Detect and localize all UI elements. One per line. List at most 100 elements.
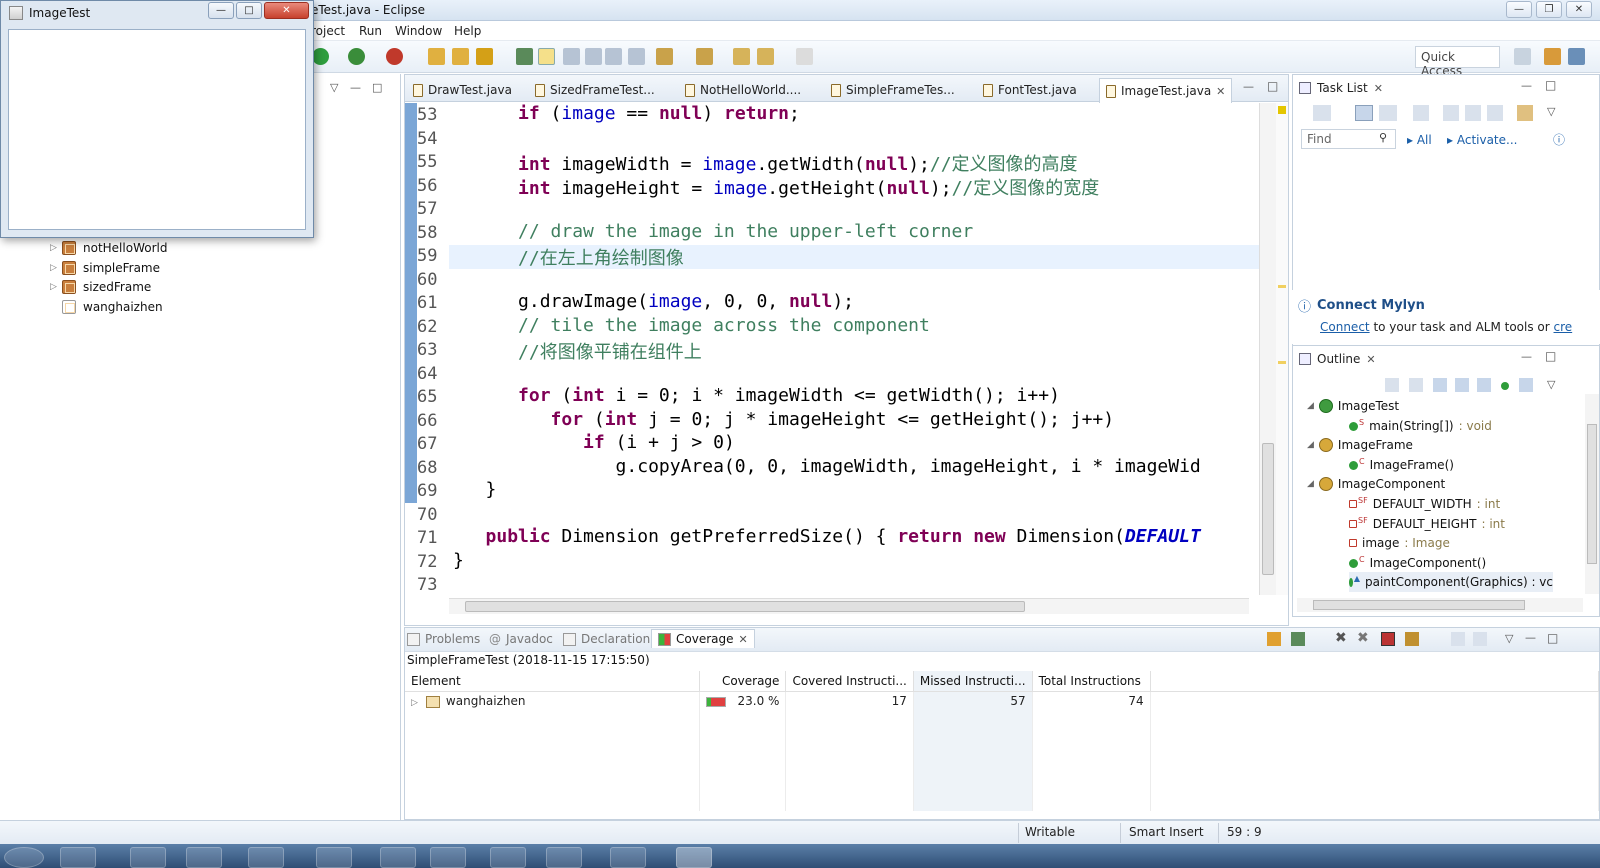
open-type-icon[interactable] [428, 48, 445, 65]
all-filter-link[interactable]: ▸ All [1407, 133, 1432, 147]
tab-simpleframetest[interactable]: SimpleFrameTes... [825, 79, 961, 101]
close-button[interactable]: ✕ [1566, 1, 1592, 18]
code-line[interactable]: g.drawImage(image, 0, 0, null); [453, 291, 854, 312]
overview-ruler[interactable] [1276, 103, 1288, 595]
remove-session-icon[interactable]: ✖ [1335, 630, 1347, 646]
code-line[interactable]: public Dimension getPreferredSize() { re… [453, 526, 1201, 547]
maximize-view-icon[interactable]: □ [1545, 78, 1556, 92]
java-perspective-icon[interactable] [1568, 48, 1585, 65]
expand-arrow-icon[interactable]: ▷ [50, 263, 62, 273]
outline-item-imageframe-ctor[interactable]: C ImageFrame() [1349, 455, 1454, 475]
tab-javadoc[interactable]: @ Javadoc [489, 632, 553, 646]
synchronize-icon[interactable] [1465, 105, 1481, 121]
taskbar-app-button[interactable] [430, 847, 466, 868]
focus-icon[interactable] [1413, 105, 1429, 121]
hide-fields-icon[interactable] [1455, 378, 1469, 392]
minimize-editor-icon[interactable]: — [1243, 80, 1254, 93]
scroll-thumb[interactable] [1262, 443, 1274, 575]
code-line[interactable]: //将图像平铺在组件上 [453, 338, 702, 364]
taskbar-app-button[interactable] [610, 847, 646, 868]
outline-item-image[interactable]: image : Image [1349, 533, 1450, 553]
menu-help[interactable]: Help [454, 24, 481, 38]
menu-run[interactable]: Run [359, 24, 382, 38]
maximize-view-icon[interactable]: □ [372, 81, 382, 94]
run-icon[interactable] [312, 48, 329, 65]
code-line[interactable]: // draw the image in the upper-left corn… [453, 221, 973, 242]
close-tab-icon[interactable]: ✕ [1216, 85, 1225, 98]
code-line[interactable]: if (i + j > 0) [453, 432, 735, 453]
highlight-icon[interactable] [538, 48, 555, 65]
close-view-icon[interactable]: ✕ [1366, 353, 1375, 366]
java-ee-perspective-icon[interactable] [1544, 48, 1561, 65]
close-view-icon[interactable]: ✕ [1374, 82, 1383, 95]
imagetest-close-button[interactable]: ✕ [264, 2, 309, 19]
block-selection-icon[interactable] [563, 48, 580, 65]
categorized-icon[interactable] [1355, 105, 1373, 121]
outline-item-imageframe[interactable]: ◢ ImageFrame [1307, 435, 1413, 455]
imagetest-window[interactable]: ImageTest — □ ✕ [0, 0, 314, 238]
code-line[interactable]: } [453, 479, 497, 500]
taskbar-app-button[interactable] [490, 847, 526, 868]
outline-horizontal-scrollbar[interactable] [1297, 598, 1583, 612]
tree-item-simpleframe[interactable]: ▷ simpleFrame [50, 258, 160, 278]
tab-drawtest[interactable]: DrawTest.java [407, 79, 518, 101]
column-covered[interactable]: Covered Instructi... [785, 671, 914, 692]
outline-tab[interactable]: Outline ✕ [1299, 352, 1376, 366]
collapse-arrow-icon[interactable]: ◢ [1307, 479, 1314, 489]
tab-fonttest[interactable]: FontTest.java [977, 79, 1083, 101]
taskbar-app-button[interactable] [316, 847, 352, 868]
tab-problems[interactable]: Problems [407, 632, 480, 646]
editor-horizontal-scrollbar[interactable] [449, 598, 1249, 614]
maximize-view-icon[interactable]: □ [1545, 349, 1556, 363]
expand-arrow-icon[interactable]: ▷ [50, 243, 62, 253]
hide-completed-icon[interactable] [1443, 105, 1459, 121]
collapse-arrow-icon[interactable]: ◢ [1307, 401, 1314, 411]
taskbar-app-button[interactable] [380, 847, 416, 868]
dump-execution-icon[interactable] [1405, 632, 1419, 646]
close-tab-icon[interactable]: ✕ [739, 633, 748, 646]
code-line[interactable]: int imageWidth = image.getWidth(null);//… [453, 150, 1078, 176]
show-whitespace-icon[interactable] [605, 48, 622, 65]
minimize-view-icon[interactable]: — [1521, 79, 1532, 92]
next-annotation-icon[interactable] [656, 48, 673, 65]
link-with-selection-icon[interactable] [1473, 632, 1487, 646]
imagetest-maximize-button[interactable]: □ [236, 2, 262, 19]
hide-local-types-icon[interactable] [1519, 378, 1533, 392]
tab-sizedframetest[interactable]: SizedFrameTest... [529, 79, 661, 101]
code-line[interactable]: int imageHeight = image.getHeight(null);… [453, 174, 1099, 200]
status-insert-mode[interactable]: Smart Insert [1129, 825, 1204, 839]
paragraph-icon[interactable] [628, 48, 645, 65]
tree-item-wanghaizhen[interactable]: wanghaizhen [50, 297, 163, 317]
column-total[interactable]: Total Instructions [1032, 671, 1151, 692]
taskbar-app-button[interactable] [186, 847, 222, 868]
external-tools-icon[interactable] [386, 48, 403, 65]
scheduled-icon[interactable] [1379, 105, 1397, 121]
search-icon[interactable] [476, 48, 493, 65]
hide-nonpublic-icon[interactable] [1501, 382, 1509, 390]
new-task-icon[interactable] [1313, 105, 1331, 121]
prev-annotation-icon[interactable] [696, 48, 713, 65]
coverage-session-icon[interactable] [1291, 632, 1305, 646]
code-line[interactable]: } [453, 550, 464, 571]
column-missed[interactable]: Missed Instructi... [913, 671, 1033, 692]
tree-item-sizedframe[interactable]: ▷ sizedFrame [50, 277, 151, 297]
menu-project[interactable]: roject [311, 24, 345, 38]
open-perspective-icon[interactable] [1514, 48, 1531, 65]
tab-coverage[interactable]: Coverage ✕ [651, 629, 755, 648]
expand-arrow-icon[interactable]: ▷ [411, 698, 418, 708]
outline-item-imagecomponent[interactable]: ◢ ImageComponent [1307, 474, 1445, 494]
tab-nothelloworld[interactable]: NotHelloWorld.... [679, 79, 807, 101]
minimize-button[interactable]: — [1506, 1, 1532, 18]
expand-arrow-icon[interactable]: ▷ [50, 282, 62, 292]
activate-link[interactable]: ▸ Activate... [1447, 133, 1517, 147]
focus-active-icon[interactable] [1385, 378, 1399, 392]
annotation-marker[interactable] [1278, 361, 1286, 364]
collapse-all-icon[interactable] [1487, 105, 1503, 121]
scroll-thumb[interactable] [1313, 600, 1525, 610]
outline-item-imagetest[interactable]: ◢ ImageTest [1307, 396, 1399, 416]
minimize-view-icon[interactable]: — [1521, 350, 1532, 363]
scroll-thumb[interactable] [465, 601, 1025, 612]
code-line[interactable]: for (int i = 0; i * imageWidth <= getWid… [453, 385, 1060, 406]
word-wrap-icon[interactable] [585, 48, 602, 65]
annotation-marker[interactable] [1278, 285, 1286, 288]
